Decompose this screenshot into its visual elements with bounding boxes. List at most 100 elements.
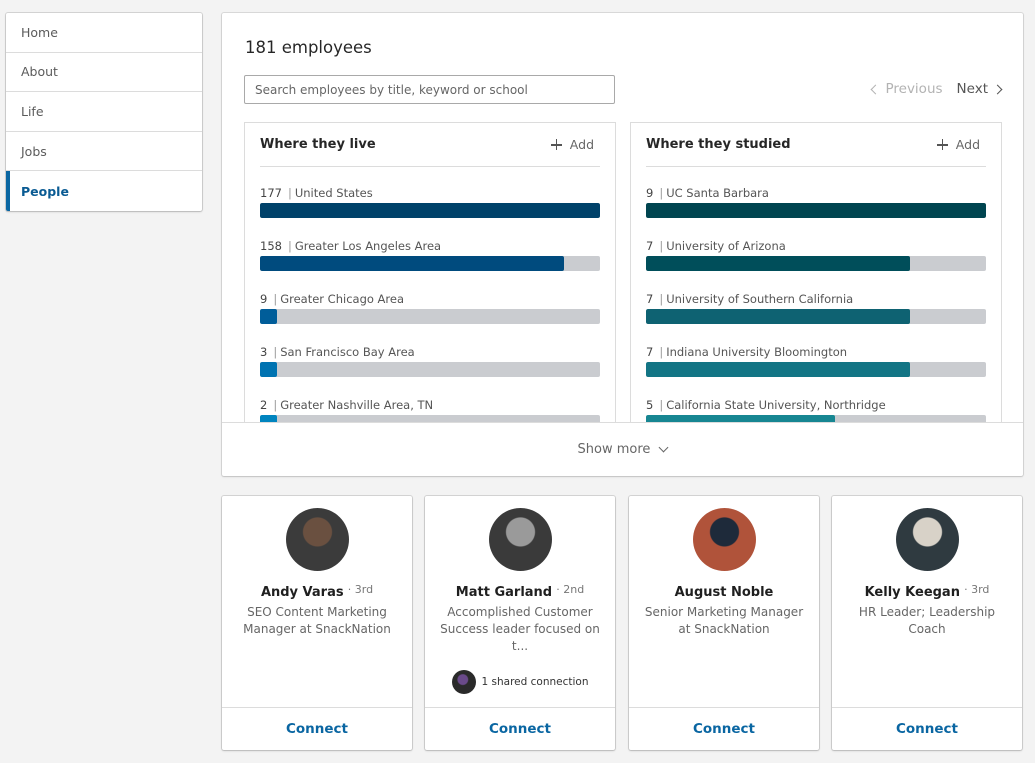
insight-row-label: 158 | Greater Los Angeles Area	[260, 236, 600, 256]
show-more-label: Show more	[577, 442, 651, 457]
insight-name: Indiana University Bloomington	[666, 345, 848, 359]
person-card: August Noble Senior Marketing Manager at…	[629, 496, 819, 750]
plus-icon	[550, 139, 562, 150]
insight-name: United States	[294, 186, 373, 200]
person-headline: SEO Content Marketing Manager at SnackNa…	[243, 605, 391, 636]
insight-row-label: 7 | Indiana University Bloomington	[646, 342, 986, 362]
person-name-line: August Noble	[629, 583, 819, 600]
insight-rows: 9 | UC Santa Barbara 7 | University of Arizon…	[631, 167, 1001, 422]
separator: |	[659, 345, 664, 359]
person-headline: Senior Marketing Manager at SnackNation	[644, 605, 804, 636]
insight-row[interactable]: 7 | University of Southern California	[646, 289, 986, 342]
bar-fill	[646, 309, 911, 324]
connection-degree: · 3rd	[964, 583, 990, 596]
insight-count: 9	[260, 292, 268, 306]
sidebar-item-about[interactable]: About	[6, 53, 202, 93]
where-they-live-card: Where they live Add 177 | United States 158…	[244, 122, 616, 422]
plus-icon	[936, 139, 948, 150]
next-button[interactable]: Next	[956, 81, 1003, 97]
person-name[interactable]: Andy Varas	[261, 585, 344, 600]
bar-track	[646, 309, 986, 324]
show-more-button[interactable]: Show more	[222, 422, 1023, 476]
connect-button[interactable]: Connect	[222, 707, 412, 750]
previous-button[interactable]: Previous	[871, 81, 943, 97]
sidebar-item-jobs[interactable]: Jobs	[6, 132, 202, 172]
bar-fill	[646, 256, 911, 271]
add-location-button[interactable]: Add	[550, 137, 600, 152]
bar-fill	[260, 415, 277, 422]
insight-name: UC Santa Barbara	[666, 186, 769, 200]
insight-row[interactable]: 7 | University of Arizona	[646, 236, 986, 289]
separator: |	[659, 398, 664, 412]
insight-count: 7	[646, 239, 654, 253]
person-card: Kelly Keegan · 3rd HR Leader; Leadership …	[832, 496, 1022, 750]
person-name-line: Matt Garland · 2nd	[425, 583, 615, 600]
insight-row-label: 3 | San Francisco Bay Area	[260, 342, 600, 362]
person-name[interactable]: Matt Garland	[456, 585, 552, 600]
person-name[interactable]: Kelly Keegan	[865, 585, 960, 600]
employee-search-input[interactable]	[244, 75, 615, 104]
connect-button[interactable]: Connect	[629, 707, 819, 750]
person-card: Andy Varas · 3rd SEO Content Marketing Ma…	[222, 496, 412, 750]
insight-count: 158	[260, 239, 282, 253]
connect-button[interactable]: Connect	[832, 707, 1022, 750]
sidebar-item-life[interactable]: Life	[6, 92, 202, 132]
bar-track	[260, 309, 600, 324]
bar-fill	[260, 309, 278, 324]
separator: |	[273, 398, 278, 412]
connect-button[interactable]: Connect	[425, 707, 615, 750]
bar-fill	[260, 203, 600, 218]
insight-row[interactable]: 158 | Greater Los Angeles Area	[260, 236, 600, 289]
sidebar-item-people[interactable]: People	[6, 171, 202, 211]
bar-fill	[646, 203, 986, 218]
person-name[interactable]: August Noble	[675, 585, 774, 600]
insight-row[interactable]: 2 | Greater Nashville Area, TN	[260, 395, 600, 422]
avatar[interactable]	[693, 508, 756, 571]
sidebar-item-label: Life	[21, 103, 44, 119]
bar-track	[646, 203, 986, 218]
insight-row-label: 9 | Greater Chicago Area	[260, 289, 600, 309]
bar-fill	[646, 415, 835, 422]
employee-insights-panel: 181 employees Previous Next Where they l…	[222, 13, 1023, 476]
person-headline: Accomplished Customer Success leader foc…	[440, 605, 600, 653]
avatar[interactable]	[286, 508, 349, 571]
shared-connection-label: 1 shared connection	[481, 676, 589, 688]
insight-row[interactable]: 7 | Indiana University Bloomington	[646, 342, 986, 395]
avatar[interactable]	[489, 508, 552, 571]
bar-track	[260, 415, 600, 422]
insight-row-label: 2 | Greater Nashville Area, TN	[260, 395, 600, 415]
bar-fill	[260, 256, 564, 271]
sidebar-item-home[interactable]: Home	[6, 13, 202, 53]
avatar[interactable]	[896, 508, 959, 571]
separator: |	[287, 239, 292, 253]
insight-row-label: 5 | California State University, Northridg…	[646, 395, 986, 415]
add-school-button[interactable]: Add	[936, 137, 986, 152]
insight-name: Greater Nashville Area, TN	[280, 398, 434, 412]
insight-header: Where they studied Add	[646, 123, 986, 167]
shared-connection-avatar	[451, 670, 476, 694]
insight-title: Where they live	[260, 137, 376, 152]
next-label: Next	[956, 81, 988, 97]
separator: |	[273, 292, 278, 306]
separator: |	[273, 345, 278, 359]
person-name-line: Andy Varas · 3rd	[222, 583, 412, 600]
insight-row[interactable]: 9 | Greater Chicago Area	[260, 289, 600, 342]
insight-row-label: 7 | University of Arizona	[646, 236, 986, 256]
insight-row[interactable]: 5 | California State University, Northridg…	[646, 395, 986, 422]
add-label: Add	[569, 137, 594, 152]
insight-row[interactable]: 3 | San Francisco Bay Area	[260, 342, 600, 395]
shared-connections[interactable]: 1 shared connection	[425, 670, 615, 694]
bar-track	[646, 415, 986, 422]
insight-name: California State University, Northridge	[666, 398, 886, 412]
connection-degree: · 2nd	[556, 583, 585, 596]
bar-fill	[260, 362, 277, 377]
insight-row[interactable]: 177 | United States	[260, 183, 600, 236]
insight-name: Greater Los Angeles Area	[294, 239, 442, 253]
bar-track	[646, 256, 986, 271]
sidebar-item-label: People	[21, 183, 69, 199]
insight-title: Where they studied	[646, 137, 791, 152]
insight-count: 5	[646, 398, 654, 412]
bar-track	[260, 256, 600, 271]
insight-row[interactable]: 9 | UC Santa Barbara	[646, 183, 986, 236]
insight-name: San Francisco Bay Area	[280, 345, 415, 359]
